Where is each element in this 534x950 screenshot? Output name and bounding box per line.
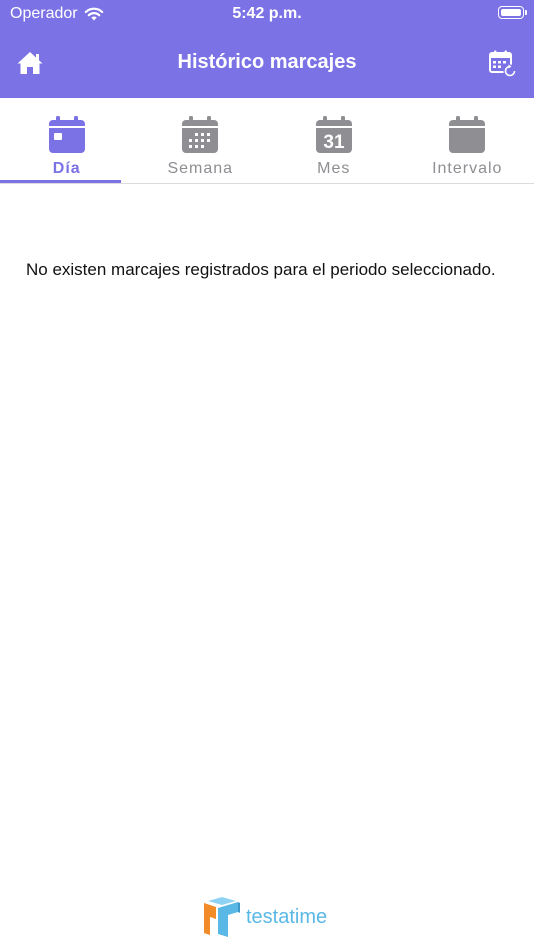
app-header: Operador 5:42 p.m. Histórico marcajes bbox=[0, 0, 534, 98]
tab-semana[interactable]: Semana bbox=[134, 98, 268, 183]
tab-dia-label: Día bbox=[52, 160, 81, 177]
tab-intervalo[interactable]: Intervalo bbox=[401, 98, 534, 183]
brand-logo: testatime bbox=[202, 897, 327, 937]
tab-mes[interactable]: 31 Mes bbox=[267, 98, 401, 183]
calendar-interval-icon bbox=[449, 116, 486, 153]
calendar-history-button[interactable] bbox=[488, 49, 518, 79]
testatime-logo-icon bbox=[204, 897, 240, 937]
status-time: 5:42 p.m. bbox=[232, 5, 302, 22]
calendar-month-icon: 31 bbox=[315, 116, 352, 153]
status-bar: Operador 5:42 p.m. bbox=[0, 0, 534, 28]
period-tabs: Día Semana 31 Mes Intervalo bbox=[0, 98, 534, 184]
tab-mes-label: Mes bbox=[317, 160, 351, 177]
nav-bar: Histórico marcajes bbox=[0, 28, 534, 98]
tab-semana-label: Semana bbox=[167, 160, 234, 177]
tab-intervalo-label: Intervalo bbox=[432, 160, 503, 177]
page-title: Histórico marcajes bbox=[177, 51, 357, 73]
calendar-week-icon bbox=[182, 116, 219, 153]
brand-name: testatime bbox=[246, 905, 328, 928]
empty-state-message: No existen marcajes registrados para el … bbox=[26, 260, 496, 279]
calendar-day-icon bbox=[48, 116, 85, 153]
active-tab-indicator bbox=[0, 180, 121, 183]
calendar-month-number: 31 bbox=[323, 132, 345, 153]
calendar-refresh-icon bbox=[489, 50, 517, 78]
battery-icon bbox=[498, 6, 527, 19]
tab-dia[interactable]: Día bbox=[0, 98, 134, 183]
